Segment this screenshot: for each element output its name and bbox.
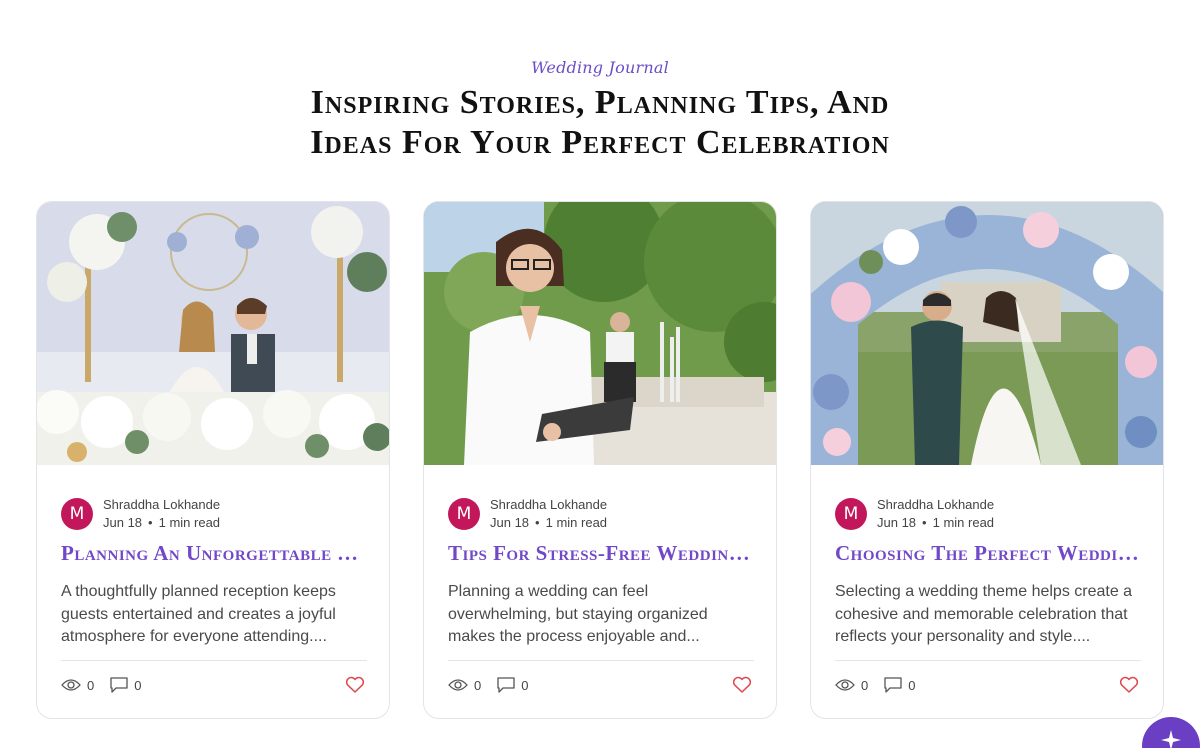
eye-icon [61, 679, 81, 691]
card-divider [448, 660, 754, 661]
blog-card-image[interactable] [37, 202, 389, 465]
like-button[interactable] [345, 676, 365, 699]
post-stats: 0 0 [61, 677, 157, 693]
blog-card-list: M Shraddha Lokhande Jun 18 • 1 min read Pl… [36, 201, 1164, 719]
post-meta-text: Shraddha Lokhande Jun 18 • 1 min read [103, 496, 220, 532]
views-count: 0 [474, 677, 482, 693]
post-stats: 0 0 [835, 677, 931, 693]
post-title[interactable]: Planning An Unforgettable Wedding Recept… [61, 541, 367, 566]
views-stat: 0 [61, 678, 94, 693]
comments-count: 0 [908, 677, 916, 693]
avatar[interactable]: M [448, 498, 480, 530]
blog-card[interactable]: M Shraddha Lokhande Jun 18 • 1 min read Pl… [36, 201, 390, 719]
sparkle-icon [1161, 730, 1181, 748]
blog-card[interactable]: M Shraddha Lokhande Jun 18 • 1 min read Ch… [810, 201, 1164, 719]
post-title[interactable]: Tips For Stress-Free Wedding Planning [448, 541, 754, 566]
like-button[interactable] [732, 676, 752, 699]
heart-icon [345, 676, 365, 693]
card-divider [61, 660, 367, 661]
comments-stat[interactable]: 0 [497, 677, 528, 693]
blog-card[interactable]: M Shraddha Lokhande Jun 18 • 1 min read Ti… [423, 201, 777, 719]
post-date-line: Jun 18 • 1 min read [490, 514, 607, 532]
post-meta: M Shraddha Lokhande Jun 18 • 1 min read [61, 496, 220, 532]
blog-card-image[interactable] [811, 202, 1163, 465]
planner-photo [424, 202, 776, 465]
post-excerpt: A thoughtfully planned reception keeps g… [61, 583, 336, 645]
post-stats: 0 0 [448, 677, 544, 693]
eye-icon [835, 679, 855, 691]
section-eyebrow: Wedding Journal [531, 58, 669, 77]
post-date: Jun 18 [877, 515, 917, 530]
headline-line-1: Inspiring Stories, Planning Tips, And [310, 84, 890, 121]
author-name[interactable]: Shraddha Lokhande [877, 496, 994, 514]
post-date: Jun 18 [103, 515, 143, 530]
post-date-line: Jun 18 • 1 min read [877, 514, 994, 532]
separator-dot: • [148, 515, 153, 530]
comments-count: 0 [134, 677, 142, 693]
author-name[interactable]: Shraddha Lokhande [103, 496, 220, 514]
post-meta-text: Shraddha Lokhande Jun 18 • 1 min read [877, 496, 994, 532]
heart-icon [732, 676, 752, 693]
eye-icon [448, 679, 468, 691]
headline-line-2: Ideas For Your Perfect Celebration [310, 124, 890, 161]
read-time: 1 min read [545, 515, 608, 530]
section-headline: Inspiring Stories, Planning Tips, And Id… [0, 83, 1200, 163]
blog-card-image[interactable] [424, 202, 776, 465]
floral-arch-photo [811, 202, 1163, 465]
reception-photo [37, 202, 389, 465]
comment-icon [884, 677, 902, 693]
like-button[interactable] [1119, 676, 1139, 699]
views-stat: 0 [835, 678, 868, 693]
card-divider [835, 660, 1141, 661]
separator-dot: • [922, 515, 927, 530]
comments-stat[interactable]: 0 [884, 677, 915, 693]
avatar[interactable]: M [61, 498, 93, 530]
read-time: 1 min read [932, 515, 995, 530]
post-meta: M Shraddha Lokhande Jun 18 • 1 min read [448, 496, 607, 532]
comment-icon [110, 677, 128, 693]
separator-dot: • [535, 515, 540, 530]
avatar[interactable]: M [835, 498, 867, 530]
ai-assistant-button[interactable] [1142, 717, 1200, 748]
post-meta-text: Shraddha Lokhande Jun 18 • 1 min read [490, 496, 607, 532]
read-time: 1 min read [158, 515, 221, 530]
post-excerpt: Selecting a wedding theme helps create a… [835, 583, 1133, 645]
views-count: 0 [861, 677, 869, 693]
post-title[interactable]: Choosing The Perfect Wedding Theme [835, 541, 1141, 566]
author-name[interactable]: Shraddha Lokhande [490, 496, 607, 514]
views-stat: 0 [448, 678, 481, 693]
section-header: Wedding Journal Inspiring Stories, Plann… [0, 58, 1200, 163]
heart-icon [1119, 676, 1139, 693]
comments-stat[interactable]: 0 [110, 677, 141, 693]
post-meta: M Shraddha Lokhande Jun 18 • 1 min read [835, 496, 994, 532]
post-excerpt: Planning a wedding can feel overwhelming… [448, 583, 708, 645]
views-count: 0 [87, 677, 95, 693]
comment-icon [497, 677, 515, 693]
post-date-line: Jun 18 • 1 min read [103, 514, 220, 532]
comments-count: 0 [521, 677, 529, 693]
post-date: Jun 18 [490, 515, 530, 530]
